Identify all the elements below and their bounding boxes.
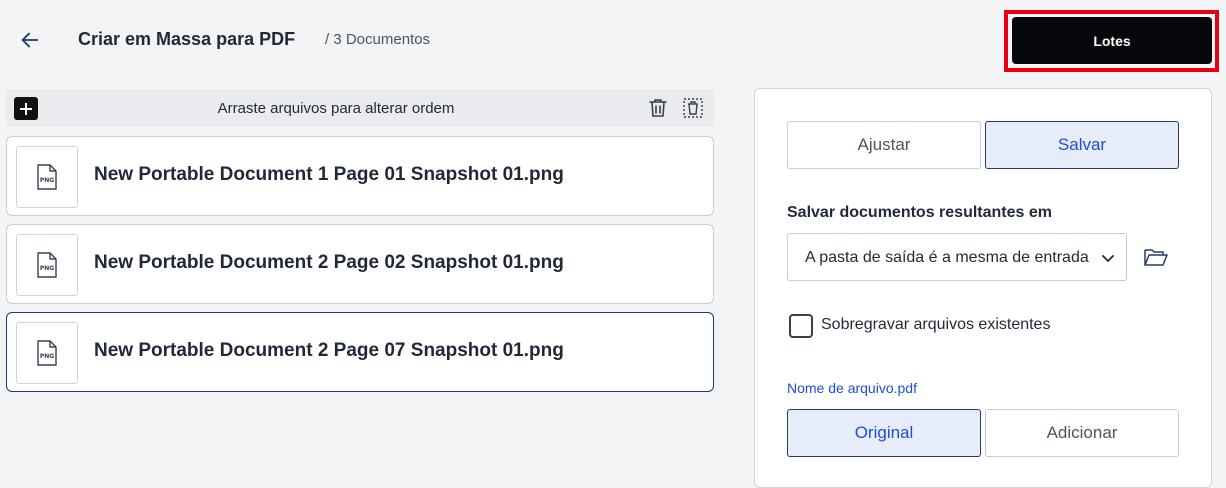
name-option-adicionar[interactable]: Adicionar bbox=[985, 409, 1179, 457]
file-type-label: PNG bbox=[40, 265, 54, 272]
overwrite-label[interactable]: Sobregravar arquivos existentes bbox=[821, 316, 1050, 334]
png-file-icon: PNG bbox=[37, 164, 57, 190]
tab-salvar[interactable]: Salvar bbox=[985, 121, 1179, 169]
tab-ajustar[interactable]: Ajustar bbox=[787, 121, 981, 169]
output-folder-value: A pasta de saída é a mesma de entrada bbox=[805, 249, 1089, 266]
file-thumbnail: PNG bbox=[16, 234, 78, 296]
file-thumbnail: PNG bbox=[16, 146, 78, 208]
file-list-item[interactable]: PNG New Portable Document 2 Page 02 Snap… bbox=[6, 224, 714, 304]
arrow-left-icon bbox=[21, 32, 39, 48]
chevron-down-icon bbox=[1102, 255, 1114, 262]
folder-open-icon bbox=[1144, 249, 1168, 266]
file-list-toolbar: Arraste arquivos para alterar ordem bbox=[6, 89, 714, 127]
file-thumbnail: PNG bbox=[16, 322, 78, 384]
delete-selected-button[interactable] bbox=[647, 97, 669, 119]
reorder-hint: Arraste arquivos para alterar ordem bbox=[217, 100, 455, 117]
file-name: New Portable Document 2 Page 07 Snapshot… bbox=[94, 340, 564, 361]
clear-all-icon bbox=[683, 98, 703, 118]
browse-folder-button[interactable] bbox=[1143, 244, 1169, 270]
document-count: / 3 Documentos bbox=[325, 31, 431, 48]
file-name: New Portable Document 1 Page 01 Snapshot… bbox=[94, 164, 564, 185]
lotes-button[interactable]: Lotes bbox=[1012, 17, 1212, 64]
png-file-icon: PNG bbox=[37, 340, 57, 366]
overwrite-checkbox[interactable] bbox=[789, 314, 813, 338]
back-button[interactable] bbox=[14, 24, 46, 56]
file-list-item[interactable]: PNG New Portable Document 1 Page 01 Snap… bbox=[6, 136, 714, 216]
save-location-label: Salvar documentos resultantes em bbox=[787, 204, 1052, 221]
png-file-icon: PNG bbox=[37, 252, 57, 278]
output-folder-select[interactable]: A pasta de saída é a mesma de entrada bbox=[787, 233, 1127, 281]
settings-panel: Ajustar Salvar Salvar documentos resulta… bbox=[754, 88, 1212, 488]
name-option-original[interactable]: Original bbox=[787, 409, 981, 457]
file-list-item[interactable]: PNG New Portable Document 2 Page 07 Snap… bbox=[6, 312, 714, 392]
file-name: New Portable Document 2 Page 02 Snapshot… bbox=[94, 252, 564, 273]
filename-pattern-link[interactable]: Nome de arquivo.pdf bbox=[787, 380, 917, 396]
file-type-label: PNG bbox=[40, 177, 54, 184]
clear-all-button[interactable] bbox=[682, 97, 704, 119]
header: Criar em Massa para PDF / 3 Documentos L… bbox=[0, 0, 1226, 80]
trash-icon bbox=[649, 99, 667, 117]
page-title: Criar em Massa para PDF bbox=[78, 29, 296, 49]
file-type-label: PNG bbox=[40, 353, 54, 360]
